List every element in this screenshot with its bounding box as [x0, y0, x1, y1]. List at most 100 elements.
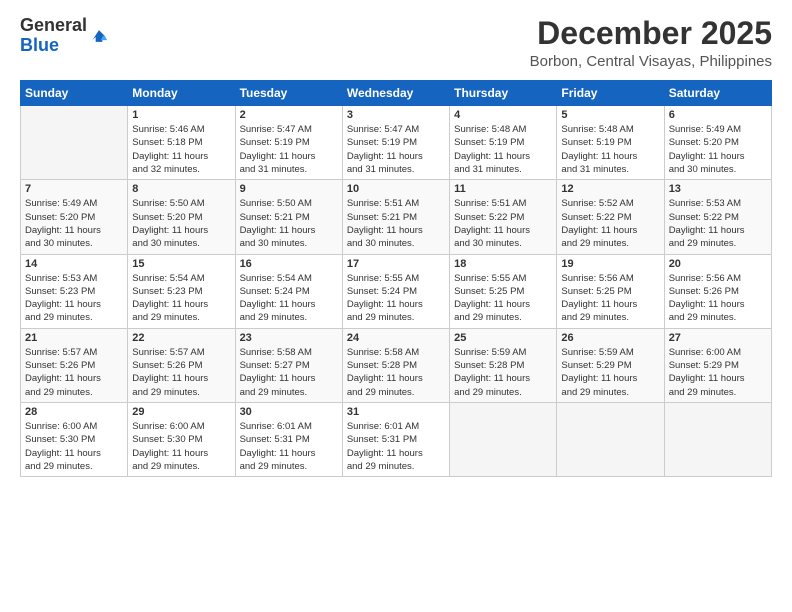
day-cell: 4 Sunrise: 5:48 AM Sunset: 5:19 PM Daylig… [450, 106, 557, 180]
day-cell: 11 Sunrise: 5:51 AM Sunset: 5:22 PM Dayli… [450, 180, 557, 254]
day-cell: 9Sunrise: 5:50 AM Sunset: 5:21 PM Daylig… [235, 180, 342, 254]
day-info: Sunrise: 5:57 AM Sunset: 5:26 PM Dayligh… [25, 346, 123, 399]
title-block: December 2025 Borbon, Central Visayas, P… [530, 16, 772, 70]
day-number: 2 [240, 109, 338, 121]
day-number: 5 [561, 109, 659, 121]
day-cell [664, 402, 771, 476]
day-cell: 10 Sunrise: 5:51 AM Sunset: 5:21 PM Dayli… [342, 180, 449, 254]
day-number: 4 [454, 109, 552, 121]
day-info: Sunrise: 5:54 AM Sunset: 5:23 PM Dayligh… [132, 272, 230, 325]
day-number: 12 [561, 183, 659, 195]
day-cell: 24 Sunrise: 5:58 AM Sunset: 5:28 PM Dayli… [342, 328, 449, 402]
day-header-wednesday: Wednesday [342, 81, 449, 106]
week-row-3: 14Sunrise: 5:53 AM Sunset: 5:23 PM Dayli… [21, 254, 772, 328]
day-info: Sunrise: 5:55 AM Sunset: 5:24 PM Dayligh… [347, 272, 445, 325]
day-header-friday: Friday [557, 81, 664, 106]
day-header-saturday: Saturday [664, 81, 771, 106]
day-info: Sunrise: 5:54 AM Sunset: 5:24 PM Dayligh… [240, 272, 338, 325]
day-info: Sunrise: 5:58 AM Sunset: 5:28 PM Dayligh… [347, 346, 445, 399]
day-info: Sunrise: 6:00 AM Sunset: 5:30 PM Dayligh… [132, 420, 230, 473]
day-number: 29 [132, 406, 230, 418]
day-info: Sunrise: 5:47 AM Sunset: 5:19 PM Dayligh… [347, 123, 445, 176]
day-info: Sunrise: 5:56 AM Sunset: 5:26 PM Dayligh… [669, 272, 767, 325]
day-info: Sunrise: 6:00 AM Sunset: 5:30 PM Dayligh… [25, 420, 123, 473]
day-cell: 5 Sunrise: 5:48 AM Sunset: 5:19 PM Daylig… [557, 106, 664, 180]
day-info: Sunrise: 6:01 AM Sunset: 5:31 PM Dayligh… [347, 420, 445, 473]
day-number: 23 [240, 332, 338, 344]
day-info: Sunrise: 5:49 AM Sunset: 5:20 PM Dayligh… [669, 123, 767, 176]
week-row-5: 28Sunrise: 6:00 AM Sunset: 5:30 PM Dayli… [21, 402, 772, 476]
day-number: 26 [561, 332, 659, 344]
day-cell [21, 106, 128, 180]
day-number: 31 [347, 406, 445, 418]
day-info: Sunrise: 5:58 AM Sunset: 5:27 PM Dayligh… [240, 346, 338, 399]
month-title: December 2025 [530, 16, 772, 51]
day-cell [450, 402, 557, 476]
day-info: Sunrise: 5:49 AM Sunset: 5:20 PM Dayligh… [25, 197, 123, 250]
day-cell: 25 Sunrise: 5:59 AM Sunset: 5:28 PM Dayli… [450, 328, 557, 402]
day-cell: 31 Sunrise: 6:01 AM Sunset: 5:31 PM Dayli… [342, 402, 449, 476]
day-info: Sunrise: 6:01 AM Sunset: 5:31 PM Dayligh… [240, 420, 338, 473]
day-number: 10 [347, 183, 445, 195]
day-number: 19 [561, 258, 659, 270]
day-number: 11 [454, 183, 552, 195]
day-number: 24 [347, 332, 445, 344]
day-cell: 6 Sunrise: 5:49 AM Sunset: 5:20 PM Daylig… [664, 106, 771, 180]
day-info: Sunrise: 5:53 AM Sunset: 5:22 PM Dayligh… [669, 197, 767, 250]
day-info: Sunrise: 5:50 AM Sunset: 5:21 PM Dayligh… [240, 197, 338, 250]
day-number: 16 [240, 258, 338, 270]
day-number: 25 [454, 332, 552, 344]
page: General Blue December 2025 Borbon, Centr… [0, 0, 792, 612]
day-cell: 29 Sunrise: 6:00 AM Sunset: 5:30 PM Dayli… [128, 402, 235, 476]
day-number: 18 [454, 258, 552, 270]
header: General Blue December 2025 Borbon, Centr… [20, 16, 772, 70]
day-info: Sunrise: 5:50 AM Sunset: 5:20 PM Dayligh… [132, 197, 230, 250]
day-header-thursday: Thursday [450, 81, 557, 106]
day-cell: 28Sunrise: 6:00 AM Sunset: 5:30 PM Dayli… [21, 402, 128, 476]
day-cell: 21 Sunrise: 5:57 AM Sunset: 5:26 PM Dayli… [21, 328, 128, 402]
day-cell: 2Sunrise: 5:47 AM Sunset: 5:19 PM Daylig… [235, 106, 342, 180]
day-info: Sunrise: 5:59 AM Sunset: 5:29 PM Dayligh… [561, 346, 659, 399]
day-cell: 23 Sunrise: 5:58 AM Sunset: 5:27 PM Dayli… [235, 328, 342, 402]
day-info: Sunrise: 5:48 AM Sunset: 5:19 PM Dayligh… [561, 123, 659, 176]
day-info: Sunrise: 6:00 AM Sunset: 5:29 PM Dayligh… [669, 346, 767, 399]
day-number: 30 [240, 406, 338, 418]
day-info: Sunrise: 5:51 AM Sunset: 5:21 PM Dayligh… [347, 197, 445, 250]
location: Borbon, Central Visayas, Philippines [530, 53, 772, 70]
day-number: 27 [669, 332, 767, 344]
day-cell: 16 Sunrise: 5:54 AM Sunset: 5:24 PM Dayli… [235, 254, 342, 328]
logo-text: General Blue [20, 16, 87, 56]
day-cell: 13 Sunrise: 5:53 AM Sunset: 5:22 PM Dayli… [664, 180, 771, 254]
day-number: 21 [25, 332, 123, 344]
day-info: Sunrise: 5:48 AM Sunset: 5:19 PM Dayligh… [454, 123, 552, 176]
day-cell: 14Sunrise: 5:53 AM Sunset: 5:23 PM Dayli… [21, 254, 128, 328]
week-row-2: 7 Sunrise: 5:49 AM Sunset: 5:20 PM Daylig… [21, 180, 772, 254]
day-number: 7 [25, 183, 123, 195]
day-number: 6 [669, 109, 767, 121]
day-cell: 1 Sunrise: 5:46 AM Sunset: 5:18 PM Daylig… [128, 106, 235, 180]
day-number: 3 [347, 109, 445, 121]
day-number: 22 [132, 332, 230, 344]
day-info: Sunrise: 5:59 AM Sunset: 5:28 PM Dayligh… [454, 346, 552, 399]
day-number: 13 [669, 183, 767, 195]
day-info: Sunrise: 5:51 AM Sunset: 5:22 PM Dayligh… [454, 197, 552, 250]
day-info: Sunrise: 5:53 AM Sunset: 5:23 PM Dayligh… [25, 272, 123, 325]
logo-icon [89, 26, 109, 46]
day-cell: 20 Sunrise: 5:56 AM Sunset: 5:26 PM Dayli… [664, 254, 771, 328]
day-cell: 27 Sunrise: 6:00 AM Sunset: 5:29 PM Dayli… [664, 328, 771, 402]
day-header-monday: Monday [128, 81, 235, 106]
day-number: 8 [132, 183, 230, 195]
day-number: 1 [132, 109, 230, 121]
day-cell: 3 Sunrise: 5:47 AM Sunset: 5:19 PM Daylig… [342, 106, 449, 180]
day-info: Sunrise: 5:52 AM Sunset: 5:22 PM Dayligh… [561, 197, 659, 250]
day-number: 20 [669, 258, 767, 270]
day-cell: 8 Sunrise: 5:50 AM Sunset: 5:20 PM Daylig… [128, 180, 235, 254]
day-cell: 19 Sunrise: 5:56 AM Sunset: 5:25 PM Dayli… [557, 254, 664, 328]
day-cell: 22Sunrise: 5:57 AM Sunset: 5:26 PM Dayli… [128, 328, 235, 402]
day-number: 17 [347, 258, 445, 270]
day-info: Sunrise: 5:46 AM Sunset: 5:18 PM Dayligh… [132, 123, 230, 176]
day-cell [557, 402, 664, 476]
week-row-4: 21 Sunrise: 5:57 AM Sunset: 5:26 PM Dayli… [21, 328, 772, 402]
calendar: SundayMondayTuesdayWednesdayThursdayFrid… [20, 80, 772, 477]
day-info: Sunrise: 5:56 AM Sunset: 5:25 PM Dayligh… [561, 272, 659, 325]
